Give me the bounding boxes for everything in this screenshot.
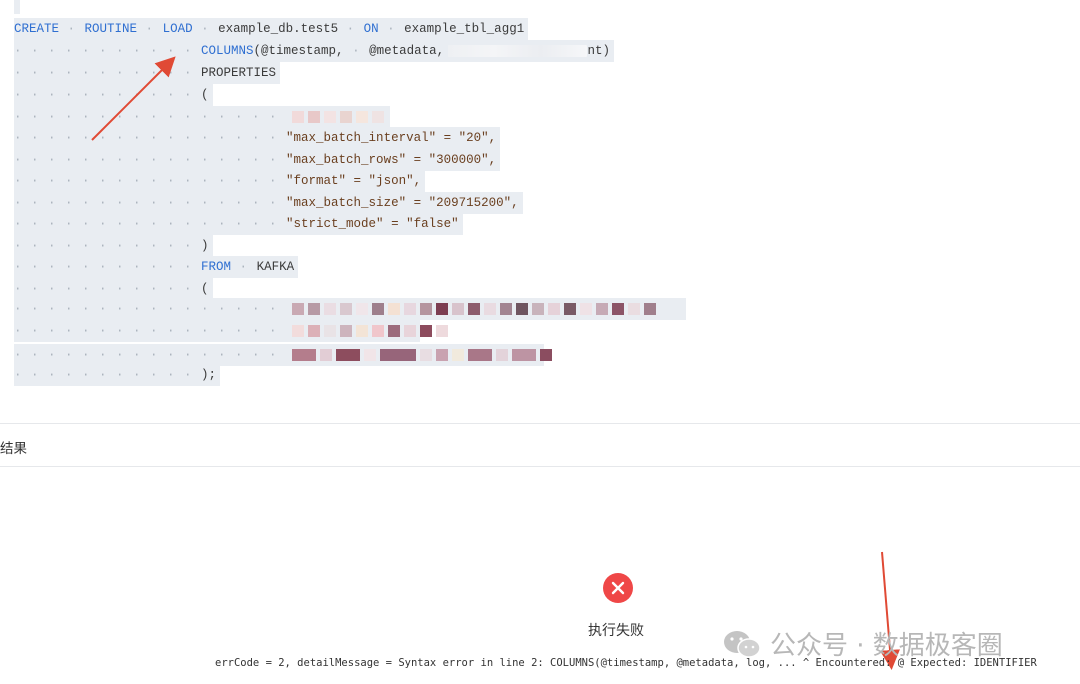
code-line-7[interactable]: · · · · · · · · · · · · · · · · "max_bat…: [14, 149, 501, 171]
kw-create: CREATE: [14, 22, 60, 36]
kw-load: LOAD: [162, 22, 193, 36]
code-line-10[interactable]: · · · · · · · · · · · · · · · · "strict_…: [14, 213, 463, 235]
watermark-text: 公众号 · 数据极客圈: [770, 631, 1003, 661]
redacted-kafka-offsets: [292, 349, 553, 361]
code-line-4[interactable]: · · · · · · · · · · · (: [14, 84, 213, 106]
statement-end: );: [201, 368, 217, 382]
columns-arg-1: (@timestamp,: [253, 44, 344, 58]
sql-editor[interactable]: CREATE · ROUTINE · LOAD · example_db.tes…: [0, 0, 1080, 420]
kw-properties: PROPERTIES: [201, 66, 277, 80]
result-tab-divider: [0, 466, 1080, 467]
source-kafka: KAFKA: [256, 260, 295, 274]
code-line-1[interactable]: CREATE · ROUTINE · LOAD · example_db.tes…: [14, 18, 529, 40]
table-name: example_tbl_agg1: [404, 22, 525, 36]
prop-format: "format" = "json",: [286, 174, 422, 188]
code-line-16[interactable]: · · · · · · · · · · · · · · · ·: [14, 344, 553, 366]
code-line-5[interactable]: · · · · · · · · · · · · · · · ·: [14, 106, 390, 128]
result-tab[interactable]: 结果: [0, 437, 27, 457]
columns-arg-tail: nt): [587, 44, 610, 58]
prop-max-batch-size: "max_batch_size" = "209715200",: [286, 196, 519, 210]
code-line-9[interactable]: · · · · · · · · · · · · · · · · "max_bat…: [14, 192, 523, 214]
execution-status-title: 执行失败: [588, 623, 644, 639]
prop-strict-mode: "strict_mode" = "false": [286, 217, 459, 231]
open-paren: (: [201, 88, 209, 102]
editor-scroll-edge: [14, 0, 20, 14]
code-line-2[interactable]: · · · · · · · · · · · COLUMNS (@timestamp…: [14, 40, 614, 62]
code-line-3[interactable]: · · · · · · · · · · · PROPERTIES: [14, 62, 281, 84]
kw-from: FROM: [201, 260, 232, 274]
columns-arg-2: @metadata,: [369, 44, 445, 58]
code-line-11[interactable]: · · · · · · · · · · · ): [14, 235, 213, 257]
code-line-6[interactable]: · · · · · · · · · · · · · · · · "max_bat…: [14, 127, 501, 149]
wechat-icon: [724, 630, 761, 658]
kafka-open-paren: (: [201, 282, 209, 296]
code-line-15[interactable]: · · · · · · · · · · · · · · · ·: [14, 320, 449, 342]
prop-max-batch-rows: "max_batch_rows" = "300000",: [286, 153, 497, 167]
code-line-8[interactable]: · · · · · · · · · · · · · · · · "format"…: [14, 170, 426, 192]
error-icon: [603, 573, 633, 603]
kw-routine: ROUTINE: [84, 22, 138, 36]
redacted-columns: [448, 45, 588, 57]
close-paren: ): [201, 239, 209, 253]
prop-max-batch-interval: "max_batch_interval" = "20",: [286, 131, 497, 145]
result-top-divider: [0, 423, 1080, 424]
redacted-kafka-broker: [292, 303, 657, 315]
code-line-14[interactable]: · · · · · · · · · · · · · · · ·: [14, 298, 686, 320]
kw-columns: COLUMNS: [201, 44, 254, 58]
watermark: 公众号 · 数据极客圈: [722, 625, 1003, 662]
redacted-kafka-topic: [292, 325, 449, 337]
code-line-17[interactable]: · · · · · · · · · · · );: [14, 364, 221, 386]
kw-on: ON: [363, 22, 379, 36]
code-line-12[interactable]: · · · · · · · · · · · FROM · KAFKA: [14, 256, 299, 278]
redacted-property: [292, 111, 385, 123]
job-name: example_db.test5: [218, 22, 339, 36]
code-line-13[interactable]: · · · · · · · · · · · (: [14, 278, 213, 300]
